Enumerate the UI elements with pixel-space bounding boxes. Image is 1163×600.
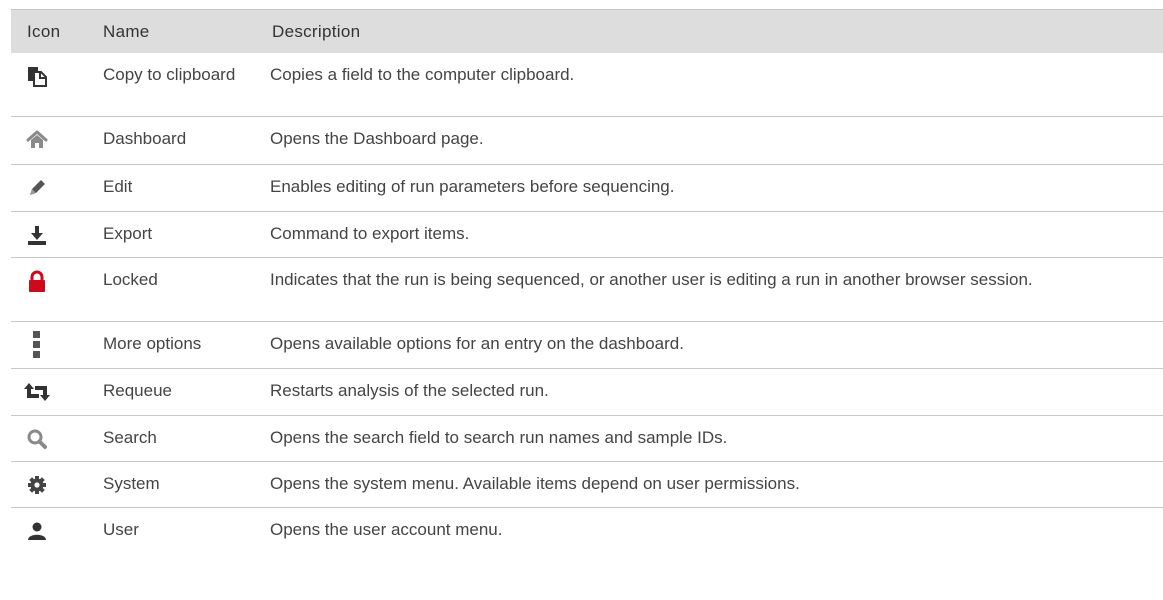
table-row: More options Opens available options for… bbox=[11, 322, 1163, 369]
row-name: Export bbox=[103, 224, 153, 243]
pencil-icon bbox=[25, 176, 49, 200]
export-download-icon bbox=[25, 223, 49, 247]
table-row: Export Command to export items. bbox=[11, 212, 1163, 258]
row-description: Opens the search field to search run nam… bbox=[270, 428, 728, 447]
table-row: Dashboard Opens the Dashboard page. bbox=[11, 117, 1163, 165]
copy-to-clipboard-icon bbox=[25, 64, 49, 88]
row-description: Opens the user account menu. bbox=[270, 520, 503, 539]
table-row: User Opens the user account menu. bbox=[11, 508, 1163, 553]
row-description: Restarts analysis of the selected run. bbox=[270, 381, 549, 400]
row-description: Opens the Dashboard page. bbox=[270, 129, 484, 148]
table-row: Requeue Restarts analysis of the selecte… bbox=[11, 369, 1163, 416]
table-header: Icon Name Description bbox=[11, 9, 1163, 53]
header-icon: Icon bbox=[27, 22, 61, 41]
vertical-dots-icon bbox=[25, 330, 49, 360]
header-name: Name bbox=[103, 22, 150, 41]
table-row: Copy to clipboard Copies a field to the … bbox=[11, 53, 1163, 117]
search-icon bbox=[25, 427, 49, 451]
row-description: Opens the system menu. Available items d… bbox=[270, 474, 800, 493]
home-icon bbox=[25, 128, 49, 152]
row-description: Command to export items. bbox=[270, 224, 470, 243]
row-name: User bbox=[103, 520, 139, 539]
header-description: Description bbox=[272, 22, 361, 41]
row-name: Dashboard bbox=[103, 129, 187, 148]
row-name: Search bbox=[103, 428, 157, 447]
row-name: Locked bbox=[103, 270, 158, 289]
table-row: Locked Indicates that the run is being s… bbox=[11, 258, 1163, 322]
row-name: More options bbox=[103, 334, 202, 353]
row-name: Requeue bbox=[103, 381, 173, 400]
table-row: Edit Enables editing of run parameters b… bbox=[11, 165, 1163, 212]
table-row: System Opens the system menu. Available … bbox=[11, 462, 1163, 508]
gear-icon bbox=[25, 473, 49, 497]
row-description: Opens available options for an entry on … bbox=[270, 334, 684, 353]
row-description: Enables editing of run parameters before… bbox=[270, 177, 675, 196]
requeue-icon bbox=[23, 380, 51, 404]
lock-icon bbox=[25, 269, 49, 293]
row-name: Copy to clipboard bbox=[103, 65, 236, 84]
table-row: Search Opens the search field to search … bbox=[11, 416, 1163, 462]
row-description: Copies a field to the computer clipboard… bbox=[270, 65, 575, 84]
user-icon bbox=[25, 519, 49, 543]
row-name: System bbox=[103, 474, 160, 493]
row-description: Indicates that the run is being sequence… bbox=[270, 270, 1033, 289]
icon-reference-table: Icon Name Description Copy to clipboard … bbox=[11, 9, 1163, 553]
row-name: Edit bbox=[103, 177, 133, 196]
